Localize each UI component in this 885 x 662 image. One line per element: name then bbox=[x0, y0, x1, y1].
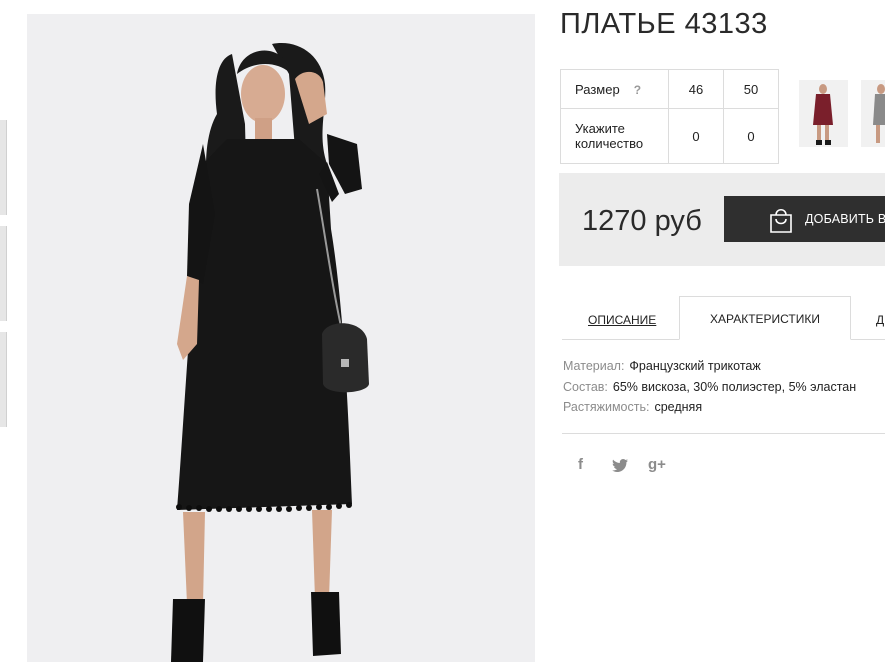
spec-value: 65% вискоза, 30% полиэстер, 5% эластан bbox=[612, 379, 857, 394]
size-option-46[interactable]: 46 bbox=[668, 69, 724, 109]
add-to-cart-label: ДОБАВИТЬ В bbox=[805, 212, 885, 226]
size-label-cell: Размер? bbox=[560, 69, 669, 109]
quantity-label-cell: Укажите количество bbox=[560, 108, 669, 164]
specs-divider bbox=[562, 433, 885, 434]
left-thumbnail-1[interactable] bbox=[0, 120, 7, 215]
main-product-photo[interactable] bbox=[27, 14, 535, 662]
tab-characteristics[interactable]: ХАРАКТЕРИСТИКИ bbox=[679, 296, 851, 340]
size-label: Размер bbox=[575, 81, 620, 97]
add-to-cart-button[interactable]: ДОБАВИТЬ В bbox=[724, 196, 885, 242]
quantity-input-46[interactable]: 0 bbox=[668, 108, 724, 164]
quantity-label-line1: Укажите bbox=[575, 121, 625, 136]
product-title: ПЛАТЬЕ 43133 bbox=[560, 8, 768, 40]
shopping-bag-icon bbox=[770, 208, 792, 233]
quantity-label-line2: количество bbox=[575, 136, 644, 151]
left-thumbnail-2[interactable] bbox=[0, 226, 7, 321]
spec-row-material: Материал: Французский трикотаж bbox=[563, 359, 856, 380]
facebook-icon[interactable]: f bbox=[578, 456, 583, 473]
spec-value: средняя bbox=[654, 400, 703, 414]
product-thumbnail-1[interactable] bbox=[799, 80, 848, 147]
quantity-input-50[interactable]: 0 bbox=[723, 108, 779, 164]
tab-delivery[interactable]: Д bbox=[876, 313, 884, 327]
price-panel: 1270 руб ДОБАВИТЬ В bbox=[559, 173, 885, 266]
left-thumbnail-strip bbox=[0, 0, 8, 662]
tab-description[interactable]: ОПИСАНИЕ bbox=[588, 313, 656, 327]
spec-value: Французский трикотаж bbox=[629, 359, 761, 373]
spec-row-stretch: Растяжимость: средняя bbox=[563, 400, 856, 421]
product-price: 1270 руб bbox=[582, 205, 702, 237]
spec-row-composition: Состав: 65% вискоза, 30% полиэстер, 5% эл… bbox=[563, 380, 856, 401]
size-option-50[interactable]: 50 bbox=[723, 69, 779, 109]
spec-key: Растяжимость: bbox=[563, 400, 650, 414]
product-thumbnail-2[interactable] bbox=[861, 80, 885, 147]
product-tabs: ОПИСАНИЕ ХАРАКТЕРИСТИКИ Д bbox=[562, 296, 885, 340]
size-table: Размер? 46 50 Укажите количество 0 0 bbox=[560, 69, 779, 164]
spec-key: Состав: bbox=[563, 379, 608, 394]
left-thumbnail-3[interactable] bbox=[0, 332, 7, 427]
size-help-icon[interactable]: ? bbox=[634, 83, 641, 97]
specs-list: Материал: Французский трикотаж Состав: 65%… bbox=[563, 359, 856, 421]
twitter-icon[interactable] bbox=[612, 459, 628, 472]
google-plus-icon[interactable]: g+ bbox=[648, 456, 666, 473]
spec-key: Материал: bbox=[563, 359, 625, 373]
